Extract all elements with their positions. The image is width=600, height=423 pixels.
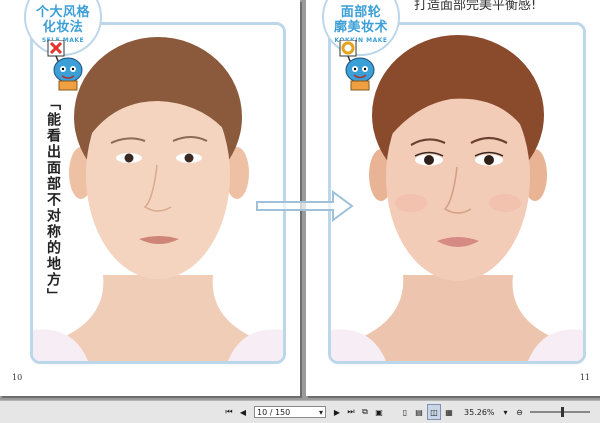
zoom-out-icon[interactable]: ⊖ [514,405,526,419]
page-number-left: 10 [12,373,23,382]
badge-title-line1: 个大风格 [35,4,90,20]
viewer-toolbar: ⏮ ◀ 10 / 150 ▾ ▶ ⏭ ⧉ ▣ ▯ ▤ ◫ ▦ 35.26% ▾ … [0,400,600,423]
zoom-slider-track [529,411,590,413]
zoom-slider[interactable] [529,407,590,417]
page-number-input[interactable]: 10 / 150 ▾ [254,406,326,418]
first-page-button[interactable]: ⏮ [223,405,235,419]
continuous-two-page-icon[interactable]: ▦ [443,405,455,419]
document-viewport[interactable]: 个大风格 化妆法 SELF MAKE 「能看出面部不对称的地方」 10 [0,0,600,400]
continuous-page-icon[interactable]: ▤ [413,405,425,419]
view-history-icon[interactable]: ⧉ [359,405,371,419]
fit-page-icon[interactable]: ▣ [373,405,385,419]
mascot-with-x-sign-icon [47,40,83,91]
right-arrow-icon [256,190,354,222]
badge-title-line2: 廓美妆术 [333,19,388,35]
chevron-down-icon[interactable]: ▾ [319,408,323,417]
next-page-button[interactable]: ▶ [331,405,343,419]
vertical-caption: 「能看出面部不对称的地方」 [38,96,62,304]
last-page-button[interactable]: ⏭ [345,405,357,419]
mascot-with-o-sign-icon [339,40,375,91]
page-number-input-value: 10 / 150 [257,407,291,417]
badge-title-line2: 化妆法 [42,19,84,35]
zoom-level: 35.26% [464,407,495,417]
page-number-right: 11 [579,373,590,382]
previous-page-button[interactable]: ◀ [237,405,249,419]
headline-text: 打造面部完美平衡感! [414,0,537,13]
zoom-slider-thumb[interactable] [560,407,564,417]
single-page-icon[interactable]: ▯ [399,405,411,419]
two-page-icon[interactable]: ◫ [427,404,441,420]
zoom-menu-chevron-down-icon[interactable]: ▾ [500,405,512,419]
badge-title-line1: 面部轮 [340,4,382,20]
